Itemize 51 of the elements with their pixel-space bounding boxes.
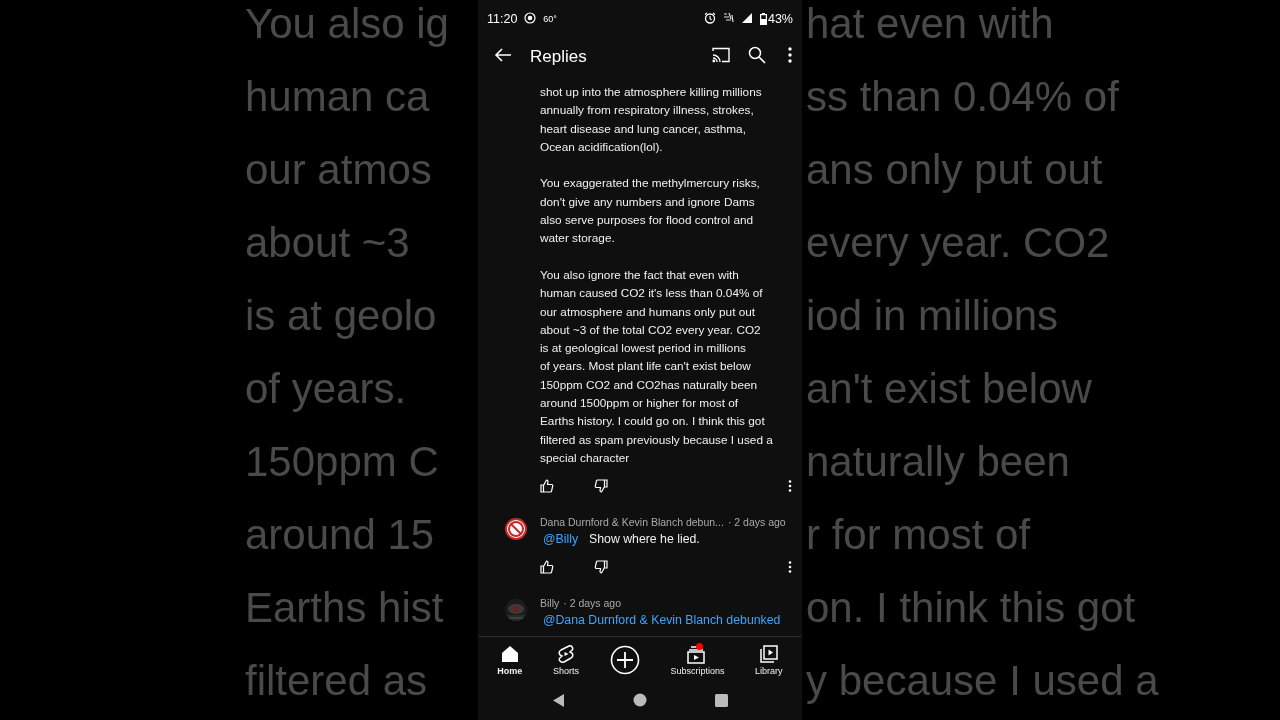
dislike-button[interactable] — [594, 559, 608, 577]
background-text: around 15 — [245, 510, 435, 560]
background-text: r for most of — [806, 510, 1031, 560]
temperature: 60° — [543, 14, 557, 24]
comment-text: You exaggerated the methylmercury risks, don't give any numbers and ignore Dams also serve purposes for flood control and water storage. — [540, 175, 760, 248]
nav-tab[interactable]: Home — [495, 642, 525, 678]
comment-time: · 2 days ago — [563, 596, 622, 612]
background-text: iod in millions — [806, 291, 1059, 341]
author-name: Dana Durnford & Kevin Blanch debun... — [540, 515, 724, 531]
more-button[interactable] — [788, 47, 792, 66]
nav-tab[interactable]: Subscriptions — [668, 642, 727, 678]
comment-text: Show where he lied. — [589, 531, 700, 549]
record-icon — [524, 11, 537, 27]
background-text: of years. — [245, 364, 407, 414]
like-button[interactable] — [540, 478, 554, 496]
background-text: every year. CO2 — [806, 218, 1110, 268]
shorts-icon — [556, 644, 576, 664]
background-text: ss than 0.04% of — [806, 72, 1119, 122]
background-text: human ca — [245, 72, 430, 122]
recents-button[interactable] — [715, 693, 728, 710]
comment-time: · 2 days ago — [727, 515, 786, 531]
background-text: is at geolo — [245, 291, 437, 341]
alarm-icon — [703, 11, 716, 27]
more-button[interactable] — [788, 479, 792, 495]
dislike-button[interactable] — [594, 478, 608, 496]
battery-level: 43% — [767, 12, 793, 26]
background-text: hat even with — [806, 0, 1054, 49]
comment-text: shot up into the atmosphere killing millions annually from respiratory illness, strokes, heart disease and lung cancer, asthma, Ocean acidification(lol). — [540, 84, 762, 156]
background-text: y because I used a — [806, 656, 1159, 706]
background-text: about ~3 — [245, 218, 410, 268]
background-text: 150ppm C — [245, 437, 439, 487]
background-text: an't exist below — [806, 364, 1092, 414]
background-text: our atmos — [245, 145, 432, 195]
more-button[interactable] — [788, 560, 792, 576]
background-text: filtered as — [245, 656, 428, 706]
background-text: Earths hist — [245, 583, 444, 633]
comment-text: You also ignore the fact that even with human caused CO2 it's less than 0.04% of our atmosphere and humans only put out about ~3 of the total CO2 every year. CO2 is at geological lowest period in millions of years. Most plant life can't exist below 150ppm CO2 and CO2has naturally been around 1500ppm or higher for most of Earths history. I could go on. I think this got filtered as spam previously because I used a special character — [540, 266, 773, 467]
nav-tab[interactable]: Shorts — [551, 642, 582, 678]
library-icon — [758, 644, 779, 664]
like-button[interactable] — [540, 559, 554, 577]
nav-tab[interactable]: Library — [753, 642, 785, 678]
background-text: You also ig — [245, 0, 449, 49]
background-text: ans only put out — [806, 145, 1103, 195]
background-text: naturally been — [806, 437, 1070, 487]
battery-icon — [759, 13, 767, 25]
background-text: on. I think this got — [806, 583, 1136, 633]
home-icon — [499, 644, 520, 664]
author-name: Billy — [540, 596, 560, 612]
clock: 11:20 — [487, 12, 518, 26]
plus-icon — [609, 645, 640, 675]
page-title: Replies — [530, 46, 588, 67]
